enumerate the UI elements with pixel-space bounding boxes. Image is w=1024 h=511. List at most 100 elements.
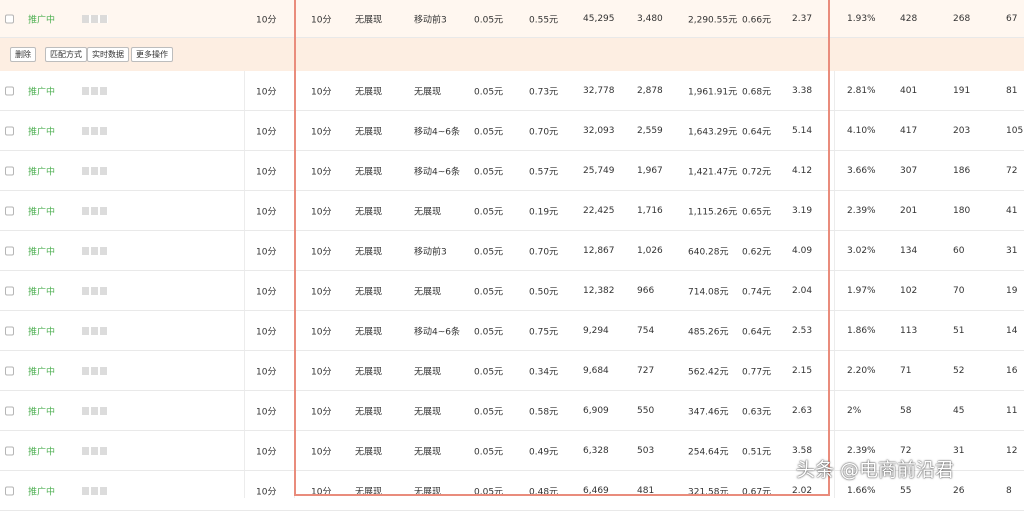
cell-c1: 10分 — [256, 407, 277, 417]
cell-c4: 无展现 — [414, 447, 442, 457]
cell-c8: 503 — [637, 445, 655, 456]
row-checkbox[interactable] — [5, 246, 14, 255]
cell-c11: 2.53 — [792, 325, 813, 336]
cell-c11: 5.14 — [792, 125, 813, 136]
cell-c7: 6,328 — [583, 445, 609, 456]
cell-c6: 0.70元 — [529, 247, 559, 257]
cell-c6: 0.19元 — [529, 207, 559, 217]
cell-c3: 无展现 — [355, 247, 383, 257]
cell-c13: 307 — [900, 165, 918, 176]
cell-c10: 0.64元 — [742, 327, 772, 337]
row-checkbox[interactable] — [5, 126, 14, 135]
cell-c14: 45 — [953, 405, 965, 416]
cell-c14: 186 — [953, 165, 971, 176]
cell-c13: 428 — [900, 13, 918, 24]
cell-c11: 4.12 — [792, 165, 813, 176]
cell-c14: 26 — [953, 485, 965, 496]
redacted-keyword — [82, 14, 108, 23]
cell-c14: 70 — [953, 285, 965, 296]
cell-c5: 0.05元 — [474, 87, 504, 97]
cell-c10: 0.51元 — [742, 447, 772, 457]
table-row: 推广中 10分 10分 无展现 无展现 0.05元 0.73元 32,778 2,878 1,96… — [0, 71, 1024, 111]
cell-c3: 无展现 — [355, 127, 383, 137]
cell-c2: 10分 — [311, 15, 332, 25]
cell-c15: 41 — [1006, 205, 1018, 216]
cell-c6: 0.48元 — [529, 487, 559, 497]
cell-c9: 347.46元 — [688, 407, 729, 417]
row-checkbox[interactable] — [5, 166, 14, 175]
cell-c12: 1.93% — [847, 13, 876, 24]
more-actions-button[interactable]: 更多操作 — [131, 47, 173, 62]
watermark-text: 头条 @电商前沿君 — [796, 459, 955, 481]
cell-c5: 0.05元 — [474, 407, 504, 417]
cell-c15: 19 — [1006, 285, 1018, 296]
row-checkbox[interactable] — [5, 206, 14, 215]
cell-c2: 10分 — [311, 487, 332, 497]
cell-c5: 0.05元 — [474, 287, 504, 297]
cell-c1: 10分 — [256, 87, 277, 97]
cell-c7: 12,867 — [583, 245, 615, 256]
cell-c5: 0.05元 — [474, 367, 504, 377]
cell-c14: 268 — [953, 13, 971, 24]
cell-c10: 0.62元 — [742, 247, 772, 257]
cell-c6: 0.58元 — [529, 407, 559, 417]
table-row: 推广中 10分 10分 无展现 移动4~6条 0.05元 0.70元 32,093 2,559 1… — [0, 111, 1024, 151]
cell-c15: 8 — [1006, 485, 1012, 496]
row-checkbox[interactable] — [5, 286, 14, 295]
row-checkbox[interactable] — [5, 446, 14, 455]
redacted-keyword — [82, 406, 108, 415]
redacted-keyword — [82, 166, 108, 175]
cell-c11: 3.19 — [792, 205, 813, 216]
row-checkbox[interactable] — [5, 14, 14, 23]
cell-c12: 2.39% — [847, 205, 876, 216]
cell-c8: 1,026 — [637, 245, 663, 256]
status-label: 推广中 — [28, 367, 56, 377]
row-checkbox[interactable] — [5, 366, 14, 375]
cell-c4: 移动前3 — [414, 247, 447, 257]
row-checkbox[interactable] — [5, 86, 14, 95]
cell-c12: 2% — [847, 405, 862, 416]
cell-c12: 3.02% — [847, 245, 876, 256]
table-row: 推广中 10分 10分 无展现 无展现 0.05元 0.34元 9,684 727 562.42元… — [0, 351, 1024, 391]
cell-c14: 180 — [953, 205, 971, 216]
status-label: 推广中 — [28, 207, 56, 217]
cell-c4: 无展现 — [414, 287, 442, 297]
cell-c13: 55 — [900, 485, 912, 496]
row-checkbox[interactable] — [5, 406, 14, 415]
cell-c10: 0.74元 — [742, 287, 772, 297]
cell-c13: 102 — [900, 285, 918, 296]
table-row: 推广中 10分 10分 无展现 移动4~6条 0.05元 0.75元 9,294 754 485.… — [0, 311, 1024, 351]
cell-c4: 无展现 — [414, 207, 442, 217]
cell-c8: 1,967 — [637, 165, 663, 176]
cell-c13: 201 — [900, 205, 918, 216]
cell-c15: 81 — [1006, 85, 1018, 96]
cell-c15: 67 — [1006, 13, 1018, 24]
cell-c4: 移动前3 — [414, 15, 447, 25]
cell-c11: 2.04 — [792, 285, 813, 296]
cell-c7: 22,425 — [583, 205, 615, 216]
cell-c10: 0.77元 — [742, 367, 772, 377]
bulk-action-toolbar: 删除 匹配方式 实时数据 更多操作 — [0, 38, 1024, 71]
cell-c6: 0.75元 — [529, 327, 559, 337]
cell-c15: 16 — [1006, 365, 1018, 376]
cell-c13: 72 — [900, 445, 912, 456]
row-checkbox[interactable] — [5, 486, 14, 495]
match-type-button[interactable]: 匹配方式 — [45, 47, 87, 62]
table-row: 推广中 10分 10分 无展现 无展现 0.05元 0.19元 22,425 1,716 1,11… — [0, 191, 1024, 231]
cell-c11: 4.09 — [792, 245, 813, 256]
cell-c8: 3,480 — [637, 13, 663, 24]
delete-button[interactable]: 删除 — [10, 47, 36, 62]
realtime-data-button[interactable]: 实时数据 — [87, 47, 129, 62]
cell-c6: 0.50元 — [529, 287, 559, 297]
cell-c5: 0.05元 — [474, 487, 504, 497]
cell-c9: 254.64元 — [688, 447, 729, 457]
cell-c15: 11 — [1006, 405, 1018, 416]
cell-c14: 31 — [953, 445, 965, 456]
row-checkbox[interactable] — [5, 326, 14, 335]
cell-c8: 481 — [637, 485, 655, 496]
cell-c14: 203 — [953, 125, 971, 136]
cell-c4: 无展现 — [414, 367, 442, 377]
cell-c7: 32,778 — [583, 85, 615, 96]
cell-c14: 191 — [953, 85, 971, 96]
redacted-keyword — [82, 366, 108, 375]
